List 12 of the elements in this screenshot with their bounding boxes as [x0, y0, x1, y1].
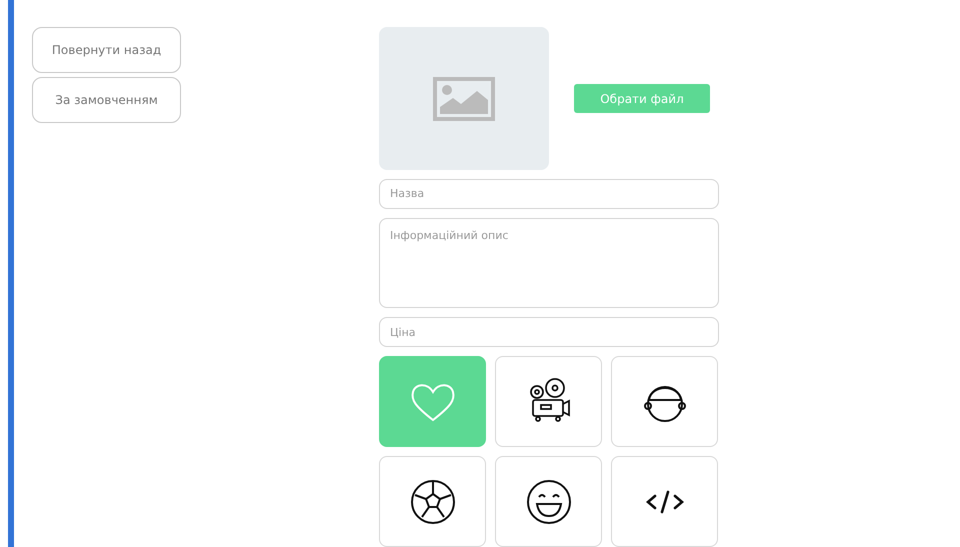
nav-button[interactable]: Повернути назад	[32, 27, 181, 73]
image-icon	[433, 76, 495, 120]
icon-tile[interactable]	[495, 456, 602, 547]
icon-tile[interactable]	[379, 356, 486, 448]
icon-tile[interactable]	[379, 456, 486, 547]
icon-tile[interactable]	[611, 356, 718, 448]
icon-tile[interactable]	[495, 356, 602, 448]
icon-tile[interactable]	[611, 456, 718, 547]
nav-button[interactable]: За замовченням	[32, 77, 181, 123]
input-field[interactable]: Назва	[379, 179, 719, 209]
input-field[interactable]: Ціна	[379, 317, 719, 348]
description-field[interactable]: Інформаційний опис	[379, 218, 719, 308]
